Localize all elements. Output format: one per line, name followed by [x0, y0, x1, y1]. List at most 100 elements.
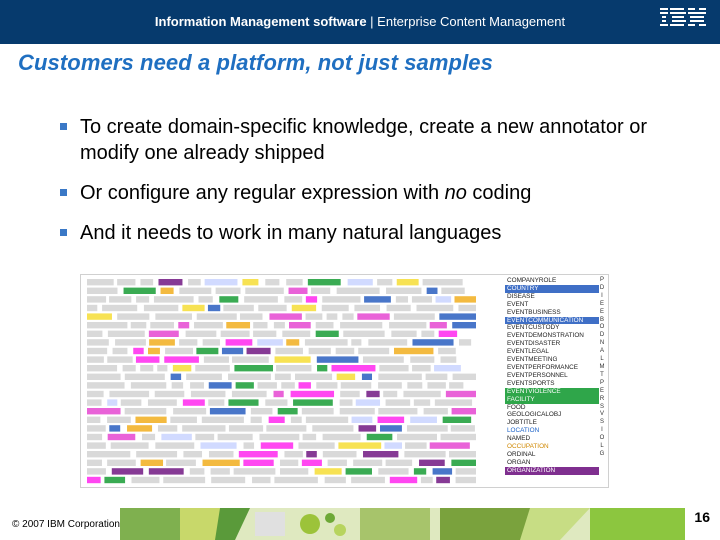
text-token [421, 330, 435, 337]
annotation-highlight [140, 459, 164, 466]
text-token [441, 287, 465, 294]
annotation-type-item[interactable]: FOOD [505, 404, 599, 412]
side-letter: L [600, 356, 604, 363]
text-token [87, 425, 106, 432]
text-token [280, 468, 309, 475]
side-letter: B [599, 316, 604, 323]
annotation-highlight [426, 287, 438, 294]
text-token [253, 322, 268, 329]
annotation-type-item[interactable]: COMPANYROLE [505, 277, 599, 285]
annotation-type-list: COMPANYROLE COUNTRY DISEASE EVENT EVENTBUSIN… [505, 277, 599, 485]
header-bar: Information Management software | Enterp… [0, 0, 720, 44]
annotation-highlight [87, 408, 121, 415]
annotation-type-item[interactable]: LOCATION [505, 427, 599, 435]
annotation-type-item[interactable]: EVENTPERSONNEL [505, 372, 599, 380]
text-token [305, 416, 349, 423]
side-letter: N [599, 340, 605, 347]
annotation-type-item[interactable]: FACILITY [505, 395, 599, 404]
text-token [276, 365, 312, 372]
text-token [282, 330, 311, 337]
text-token [130, 382, 167, 389]
text-token [203, 356, 229, 363]
annotation-highlight [413, 468, 427, 475]
text-token [188, 279, 201, 286]
text-token [136, 451, 178, 458]
text-token [386, 304, 411, 312]
annotation-type-item[interactable]: EVENTBUSINESS [505, 309, 599, 317]
text-token [252, 476, 271, 484]
text-token [340, 382, 372, 389]
annotation-highlight [87, 476, 101, 484]
annotation-type-item[interactable]: DISEASE [505, 293, 599, 301]
text-token [335, 347, 355, 355]
annotation-highlight [290, 390, 335, 398]
annotation-highlight [338, 442, 382, 449]
annotation-type-item[interactable]: EVENTCUSTODY [505, 324, 599, 332]
side-letter: A [599, 348, 604, 355]
text-token [450, 425, 475, 432]
text-token [198, 296, 213, 303]
page-number: 16 [694, 509, 710, 525]
text-token [208, 451, 234, 458]
annotation-highlight [235, 382, 254, 389]
text-token [340, 390, 360, 398]
annotation-type-item[interactable]: ORDINAL [505, 451, 599, 459]
text-token [243, 442, 255, 449]
annotation-type-item[interactable]: ORGANIZATION [505, 466, 599, 475]
text-token [395, 296, 409, 303]
annotation-highlight [347, 279, 373, 286]
annotation-highlight [246, 347, 271, 355]
text-token [423, 408, 448, 415]
text-token [452, 373, 476, 380]
annotation-highlight [452, 322, 476, 329]
annotation-type-item[interactable]: OCCUPATION [505, 443, 599, 451]
text-token [107, 459, 136, 466]
text-token [405, 442, 427, 449]
text-token [87, 399, 102, 406]
annotation-highlight [161, 433, 192, 441]
annotation-highlight [219, 296, 239, 303]
annotation-type-item[interactable]: EVENTPERFORMANCE [505, 364, 599, 372]
bullet-marker-icon [60, 123, 67, 130]
annotation-type-item[interactable]: EVENTCOMMUNICATION [505, 316, 599, 325]
text-token [179, 339, 198, 346]
side-letter: E [599, 308, 604, 315]
text-token [87, 390, 104, 398]
text-token [358, 347, 390, 355]
text-token [195, 365, 230, 372]
annotation-type-item[interactable]: GEOLOGICALOBJ [505, 411, 599, 419]
text-token [302, 433, 317, 441]
annotation-type-item[interactable]: EVENTMEETING [505, 356, 599, 364]
text-token [326, 313, 338, 320]
annotation-highlight [160, 287, 174, 294]
text-token [140, 365, 154, 372]
annotation-type-item[interactable]: EVENTSPORTS [505, 380, 599, 388]
text-token [190, 390, 226, 398]
annotation-highlight [435, 296, 452, 303]
text-token [266, 425, 307, 432]
annotation-highlight [182, 399, 205, 406]
annotation-highlight [104, 476, 126, 484]
text-token [455, 476, 476, 484]
annotation-highlight [269, 313, 302, 320]
text-token [403, 390, 441, 398]
text-token [265, 399, 288, 406]
text-token [115, 339, 146, 346]
annotation-type-item[interactable]: EVENTDISASTER [505, 340, 599, 348]
annotation-type-item[interactable]: EVENTLEGAL [505, 348, 599, 356]
side-letter: T [600, 371, 604, 378]
bullet-text-pre: Or configure any regular expression with [80, 182, 445, 204]
slide-title: Customers need a platform, not just samp… [18, 50, 493, 75]
annotation-type-item[interactable]: EVENTDEMONSTRATION [505, 332, 599, 340]
annotation-type-item[interactable]: COUNTRY [505, 284, 599, 293]
text-token [286, 279, 303, 286]
annotation-highlight [442, 416, 472, 423]
annotation-highlight [357, 313, 390, 320]
annotation-type-item[interactable]: JOBTITLE [505, 419, 599, 427]
annotation-type-item[interactable]: ORGAN [505, 459, 599, 467]
text-token [458, 304, 476, 312]
annotation-type-item[interactable]: NAMED [505, 435, 599, 443]
annotation-type-item[interactable]: EVENTVIOLENCE [505, 387, 599, 396]
annotation-type-item[interactable]: EVENT [505, 301, 599, 309]
text-token [258, 304, 287, 312]
